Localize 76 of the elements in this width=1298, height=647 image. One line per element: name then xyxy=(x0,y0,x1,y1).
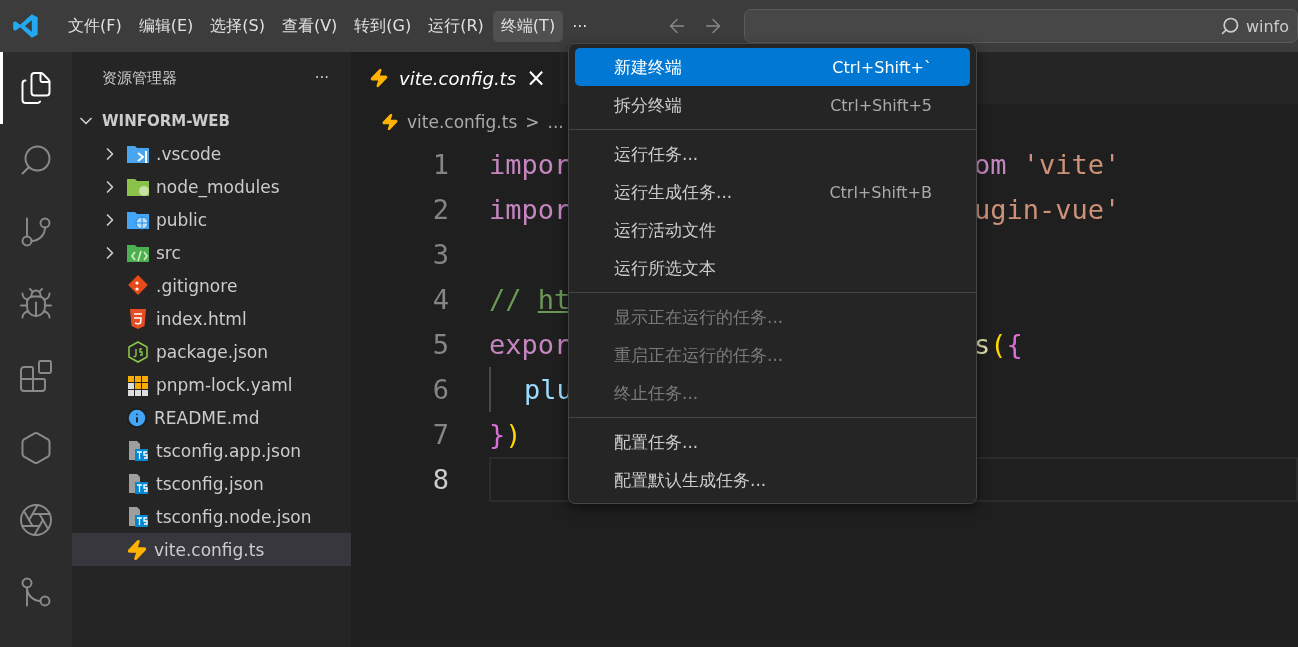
menu-item[interactable]: 转到(G) xyxy=(346,10,420,42)
tree-item[interactable]: tsconfig.node.json xyxy=(72,500,351,533)
search-field[interactable]: winfo xyxy=(744,9,1298,43)
shortcut-text: Ctrl+Shift+5 xyxy=(830,95,932,115)
search-icon xyxy=(1219,16,1240,36)
aperture-icon xyxy=(18,502,54,538)
tree-item[interactable]: vite.config.ts xyxy=(72,533,351,566)
line-number: 5 xyxy=(431,329,450,360)
code-token: ) xyxy=(505,419,522,450)
more-button[interactable]: ··· xyxy=(314,69,329,87)
code-token: s xyxy=(974,329,991,360)
menu-option[interactable]: 配置任务... xyxy=(575,423,970,461)
lightning-icon xyxy=(381,113,399,131)
code-token: impor xyxy=(489,194,571,225)
tree-item[interactable]: .vscode xyxy=(72,137,351,170)
line-number: 7 xyxy=(431,419,450,450)
line-number: 6 xyxy=(431,374,450,405)
code-token: expor xyxy=(489,329,571,360)
tree-item[interactable]: tsconfig.json xyxy=(72,467,351,500)
menu-option[interactable]: 配置默认生成任务... xyxy=(575,461,970,499)
menu-item[interactable]: 选择(S) xyxy=(202,10,273,42)
menu-item[interactable]: 查看(V) xyxy=(273,10,346,42)
tree-item[interactable]: index.html xyxy=(72,302,351,335)
shortcut-text: Ctrl+Shift+` xyxy=(832,57,932,77)
tree-item[interactable]: README.md xyxy=(72,401,351,434)
code-token: } xyxy=(489,419,506,450)
breadcrumb-separator: > xyxy=(525,112,540,132)
lightning-icon xyxy=(126,538,148,561)
nodejs-icon xyxy=(126,340,150,363)
tree-item[interactable]: package.json xyxy=(72,335,351,368)
line-number: 2 xyxy=(431,194,450,225)
menu-option[interactable]: 拆分终端 Ctrl+Shift+5 xyxy=(575,86,970,124)
close-button[interactable]: × xyxy=(526,64,547,92)
tree-item[interactable]: src xyxy=(72,236,351,269)
search-text: winfo xyxy=(1245,16,1289,36)
menu-item[interactable]: 文件(F) xyxy=(60,10,130,42)
shortcut-text: Ctrl+Shift+B xyxy=(829,182,932,202)
menu-item[interactable]: 运行(R) xyxy=(420,10,492,42)
tree-item[interactable]: tsconfig.app.json xyxy=(72,434,351,467)
typescript-file-icon xyxy=(126,505,150,528)
line-number: 1 xyxy=(431,149,450,180)
typescript-file-icon xyxy=(126,439,150,462)
breadcrumb-item[interactable]: ... xyxy=(547,112,564,132)
tree-item[interactable]: pnpm-lock.yaml xyxy=(72,368,351,401)
info-icon xyxy=(126,406,148,429)
tree-item[interactable]: node_modules xyxy=(72,170,351,203)
tree-item[interactable]: public xyxy=(72,203,351,236)
menu-option[interactable]: 运行生成任务... Ctrl+Shift+B xyxy=(575,173,970,211)
breadcrumb-item[interactable]: vite.config.ts xyxy=(407,112,518,132)
menu-option[interactable]: 新建终端 Ctrl+Shift+` xyxy=(575,48,970,86)
code-token: impor xyxy=(489,149,571,180)
line-number: 3 xyxy=(431,239,450,270)
tree-root[interactable]: WINFORM-WEB xyxy=(72,104,351,137)
menu-item[interactable]: 终端(T) xyxy=(492,10,564,42)
code-token: om xyxy=(974,149,1007,180)
line-number: 4 xyxy=(431,284,450,315)
tree-item[interactable]: .gitignore xyxy=(72,269,351,302)
menu-option[interactable]: 运行活动文件 xyxy=(575,211,970,249)
extensions-icon xyxy=(18,358,54,394)
code-token: ( xyxy=(990,329,1007,360)
editor-tab[interactable]: vite.config.ts × xyxy=(351,52,561,104)
code-token: // xyxy=(489,284,522,315)
code-token: ugin-vue' xyxy=(974,194,1121,225)
sidebar-title: 资源管理器 xyxy=(102,68,177,88)
menu-item[interactable]: 编辑(E) xyxy=(130,10,202,42)
typescript-file-icon xyxy=(126,472,150,495)
lightning-icon xyxy=(369,68,389,88)
menu-option[interactable]: 运行所选文本 xyxy=(575,249,970,287)
menu-option[interactable]: 运行任务... xyxy=(575,135,970,173)
folder-name: WINFORM-WEB xyxy=(102,111,230,130)
line-number: 8 xyxy=(431,464,450,495)
menu-item[interactable]: ··· xyxy=(564,11,596,41)
app-logo xyxy=(12,12,40,40)
code-token: 'vite' xyxy=(1022,149,1121,180)
code-token: { xyxy=(1006,329,1023,360)
grid-icon xyxy=(126,373,150,396)
